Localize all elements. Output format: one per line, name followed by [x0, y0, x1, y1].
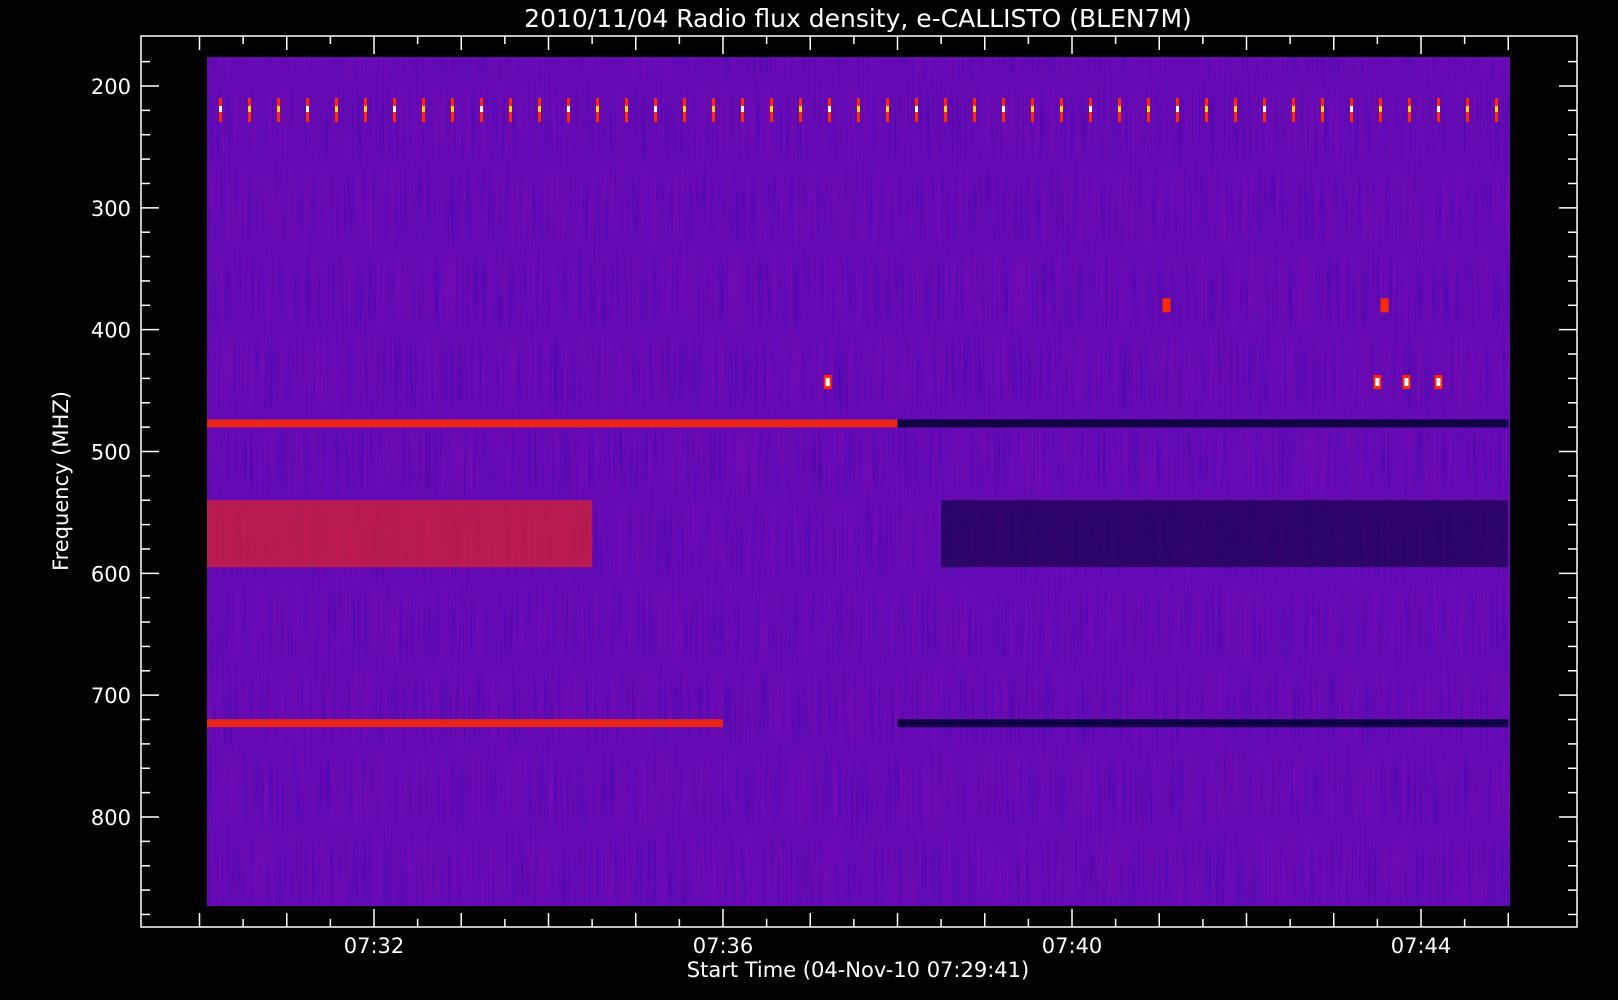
interference-spike-core — [1060, 106, 1063, 112]
y-axis-title: Frequency (MHZ) — [49, 391, 73, 571]
interference-spike-core — [596, 106, 599, 112]
plot-area — [207, 57, 1510, 906]
y-tick-label: 300 — [91, 197, 131, 221]
y-tick-label: 200 — [91, 75, 131, 99]
y-tick-label: 600 — [91, 562, 131, 586]
interference-spike-core — [828, 106, 831, 112]
interference-spike-core — [625, 106, 628, 112]
x-tick-label: 07:40 — [1042, 934, 1103, 958]
y-tick-label: 700 — [91, 684, 131, 708]
x-tick-label: 07:44 — [1391, 934, 1452, 958]
radio-burst-core — [1382, 301, 1387, 310]
interference-spike-core — [335, 106, 338, 112]
interference-spike-core — [509, 106, 512, 112]
interference-spike-core — [480, 106, 483, 112]
interference-spike-core — [451, 106, 454, 112]
interference-spike-core — [741, 106, 744, 112]
x-tick-label: 07:32 — [344, 934, 405, 958]
interference-spike-core — [219, 106, 222, 112]
interference-spike-core — [915, 106, 918, 112]
radio-burst-core — [1436, 378, 1441, 387]
interference-spike-core — [248, 106, 251, 112]
interference-spike-core — [1321, 106, 1324, 112]
interference-spike-core — [712, 106, 715, 112]
interference-spike-core — [973, 106, 976, 112]
interference-spike-core — [538, 106, 541, 112]
spectrogram-chart: 2010/11/04 Radio flux density, e-CALLIST… — [49, 4, 1578, 982]
chart-title: 2010/11/04 Radio flux density, e-CALLIST… — [524, 4, 1192, 33]
frequency-band — [897, 419, 1509, 428]
interference-spike-core — [1205, 106, 1208, 112]
y-tick-label: 400 — [91, 319, 131, 343]
interference-spike-core — [422, 106, 425, 112]
interference-spike-core — [1408, 106, 1411, 112]
interference-spike-core — [364, 106, 367, 112]
interference-spike-core — [1292, 106, 1295, 112]
interference-spike-core — [1437, 106, 1440, 112]
emission-region — [207, 500, 593, 568]
interference-spike-core — [1495, 106, 1498, 112]
interference-spike-core — [1379, 106, 1382, 112]
interference-spike-core — [1350, 106, 1353, 112]
interference-spike-core — [306, 106, 309, 112]
interference-spike-core — [770, 106, 773, 112]
interference-spike-core — [799, 106, 802, 112]
emission-region — [941, 500, 1509, 568]
interference-spike-core — [886, 106, 889, 112]
interference-spike-core — [1002, 106, 1005, 112]
interference-spike-core — [277, 106, 280, 112]
interference-spike-core — [1263, 106, 1266, 112]
radio-burst-core — [1164, 301, 1169, 310]
radio-burst-core — [1404, 378, 1409, 387]
frequency-band — [897, 719, 1509, 728]
radio-burst-core — [1375, 378, 1380, 387]
interference-spike-core — [1234, 106, 1237, 112]
interference-spike-core — [1176, 106, 1179, 112]
interference-spike-core — [1089, 106, 1092, 112]
frequency-band — [207, 719, 723, 728]
interference-spike-core — [1466, 106, 1469, 112]
interference-spike-core — [654, 106, 657, 112]
interference-spike-core — [393, 106, 396, 112]
spectrogram-texture — [207, 57, 1510, 906]
interference-spike-core — [944, 106, 947, 112]
interference-spike-core — [1031, 106, 1034, 112]
interference-spike-core — [683, 106, 686, 112]
radio-burst-core — [825, 378, 830, 387]
interference-spike-core — [567, 106, 570, 112]
frequency-band — [207, 419, 898, 428]
x-tick-label: 07:36 — [693, 934, 754, 958]
interference-spike-core — [1147, 106, 1150, 112]
y-tick-label: 500 — [91, 441, 131, 465]
x-axis-title: Start Time (04-Nov-10 07:29:41) — [687, 958, 1029, 982]
interference-spike-core — [857, 106, 860, 112]
y-tick-label: 800 — [91, 806, 131, 830]
interference-spike-core — [1118, 106, 1121, 112]
